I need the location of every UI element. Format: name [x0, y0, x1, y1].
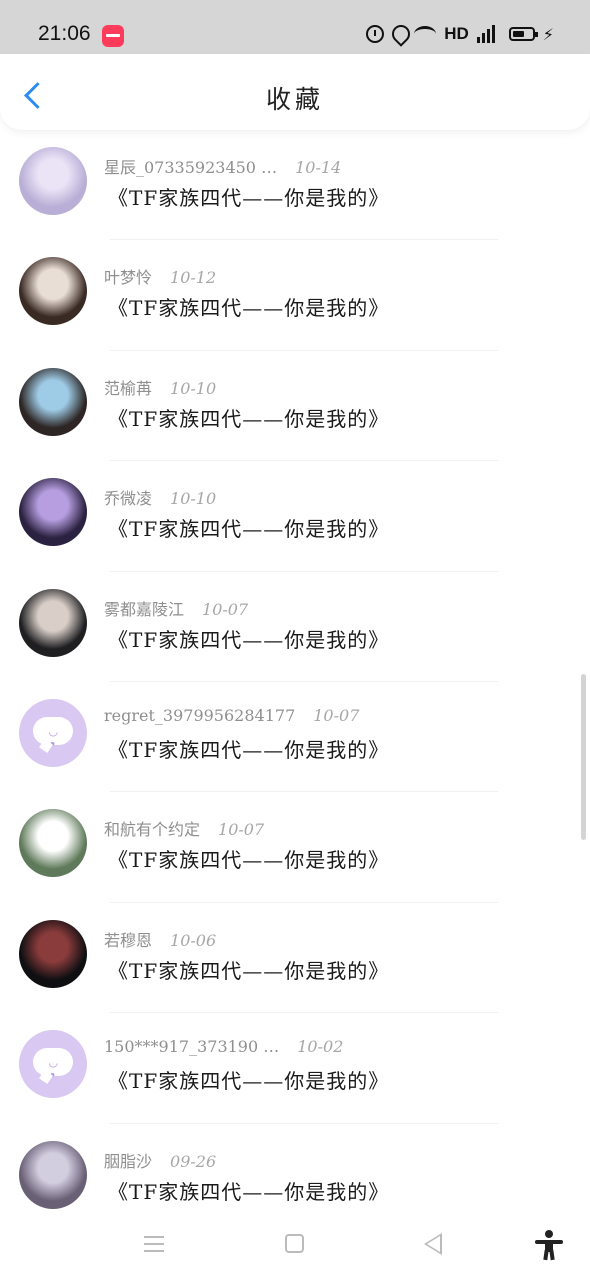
list-item[interactable]: ◡ • 150***917_373190 … 10-02 《TF家族四代——你是我的》	[0, 1013, 590, 1124]
item-title[interactable]: 《TF家族四代——你是我的》	[108, 734, 389, 763]
user-name[interactable]: 叶梦怜	[104, 268, 152, 287]
user-name[interactable]: 若穆恩	[104, 931, 152, 950]
chat-bubble-icon: ◡ •	[33, 716, 73, 751]
avatar[interactable]	[19, 809, 87, 878]
favorites-list: 星辰_07335923450 … 10-14 《TF家族四代——你是我的》 叶梦怜 10…	[0, 130, 590, 1234]
item-title[interactable]: 《TF家族四代——你是我的》	[108, 292, 389, 321]
item-meta: 胭脂沙 09-26	[104, 1148, 217, 1171]
status-icons: HD ⚡	[366, 24, 554, 44]
status-bar: 21:06 HD ⚡	[0, 0, 590, 54]
chat-face-icon: ◡ •	[49, 724, 60, 751]
page-title: 收藏	[265, 85, 324, 114]
item-date: 10-12	[170, 268, 217, 288]
user-name[interactable]: 和航有个约定	[104, 820, 200, 839]
item-meta: regret_3979956284177 10-07	[104, 706, 359, 728]
avatar[interactable]	[19, 478, 87, 547]
app-header: 收藏	[0, 54, 590, 130]
list-item[interactable]: 乔微凌 10-10 《TF家族四代——你是我的》	[0, 461, 590, 572]
list-item[interactable]: 若穆恩 10-06 《TF家族四代——你是我的》	[0, 903, 590, 1014]
avatar[interactable]	[19, 147, 87, 215]
back-triangle-icon[interactable]	[424, 1233, 442, 1255]
default-avatar-chat-icon[interactable]: ◡ •	[19, 698, 87, 767]
user-name[interactable]: regret_3979956284177	[104, 706, 295, 725]
avatar[interactable]	[19, 1140, 87, 1209]
item-title[interactable]: 《TF家族四代——你是我的》	[108, 624, 389, 653]
item-meta: 范榆苒 10-10	[104, 375, 217, 398]
list-item[interactable]: 叶梦怜 10-12 《TF家族四代——你是我的》	[0, 240, 590, 351]
list-item[interactable]: 星辰_07335923450 … 10-14 《TF家族四代——你是我的》	[0, 130, 590, 241]
wifi-icon	[414, 26, 437, 42]
item-date: 10-07	[218, 820, 265, 840]
status-time: 21:06	[38, 22, 91, 45]
list-item[interactable]: ◡ • regret_3979956284177 10-07 《TF家族四代——你是我…	[0, 682, 590, 793]
avatar[interactable]	[19, 919, 87, 988]
location-icon	[392, 25, 406, 43]
user-name[interactable]: 星辰_07335923450 …	[104, 158, 277, 177]
chat-bubble-icon: ◡ •	[33, 1048, 73, 1082]
item-title[interactable]: 《TF家族四代——你是我的》	[108, 1176, 389, 1205]
signal-4g-icon	[476, 25, 501, 43]
accessibility-icon[interactable]	[535, 1230, 563, 1261]
item-meta: 和航有个约定 10-07	[104, 816, 265, 840]
user-name[interactable]: 胭脂沙	[104, 1152, 152, 1171]
item-title[interactable]: 《TF家族四代——你是我的》	[108, 955, 389, 984]
charging-bolt-icon: ⚡	[542, 24, 554, 44]
item-title[interactable]: 《TF家族四代——你是我的》	[108, 403, 389, 432]
item-date: 10-02	[297, 1037, 344, 1057]
list-item[interactable]: 范榆苒 10-10 《TF家族四代——你是我的》	[0, 351, 590, 462]
user-name[interactable]: 雾都嘉陵江	[104, 600, 184, 619]
user-name[interactable]: 乔微凌	[104, 489, 152, 508]
home-square-icon[interactable]	[285, 1234, 304, 1253]
app-badge-icon	[102, 25, 124, 47]
chat-face-icon: ◡ •	[49, 1056, 60, 1083]
item-date: 09-26	[170, 1151, 217, 1171]
item-meta: 叶梦怜 10-12	[104, 264, 217, 288]
battery-icon	[508, 27, 538, 41]
item-title[interactable]: 《TF家族四代——你是我的》	[108, 844, 389, 873]
avatar[interactable]	[19, 588, 87, 657]
menu-icon[interactable]	[144, 1236, 164, 1252]
scrollbar[interactable]	[581, 674, 586, 840]
item-title[interactable]: 《TF家族四代——你是我的》	[108, 1065, 389, 1094]
user-name[interactable]: 150***917_373190 …	[104, 1037, 279, 1056]
item-date: 10-14	[295, 158, 342, 177]
alarm-icon	[366, 25, 385, 43]
default-avatar-chat-icon[interactable]: ◡ •	[19, 1030, 87, 1099]
network-type-label: HD	[444, 24, 469, 43]
item-meta: 雾都嘉陵江 10-07	[104, 596, 249, 619]
item-date: 10-07	[313, 705, 360, 725]
item-meta: 乔微凌 10-10	[104, 485, 217, 509]
item-date: 10-10	[170, 378, 217, 398]
item-title[interactable]: 《TF家族四代——你是我的》	[108, 513, 389, 542]
avatar[interactable]	[19, 257, 87, 326]
item-meta: 星辰_07335923450 … 10-14	[104, 154, 342, 177]
item-title[interactable]: 《TF家族四代——你是我的》	[108, 182, 389, 211]
list-item[interactable]: 和航有个约定 10-07 《TF家族四代——你是我的》	[0, 792, 590, 903]
item-date: 10-10	[170, 489, 217, 509]
list-item[interactable]: 雾都嘉陵江 10-07 《TF家族四代——你是我的》	[0, 572, 590, 682]
avatar[interactable]	[19, 367, 87, 436]
user-name[interactable]: 范榆苒	[104, 379, 152, 398]
item-date: 10-07	[202, 599, 249, 619]
system-nav-bar	[0, 1212, 590, 1280]
item-date: 10-06	[170, 930, 217, 950]
item-meta: 若穆恩 10-06	[104, 927, 217, 950]
item-meta: 150***917_373190 … 10-02	[104, 1037, 343, 1059]
